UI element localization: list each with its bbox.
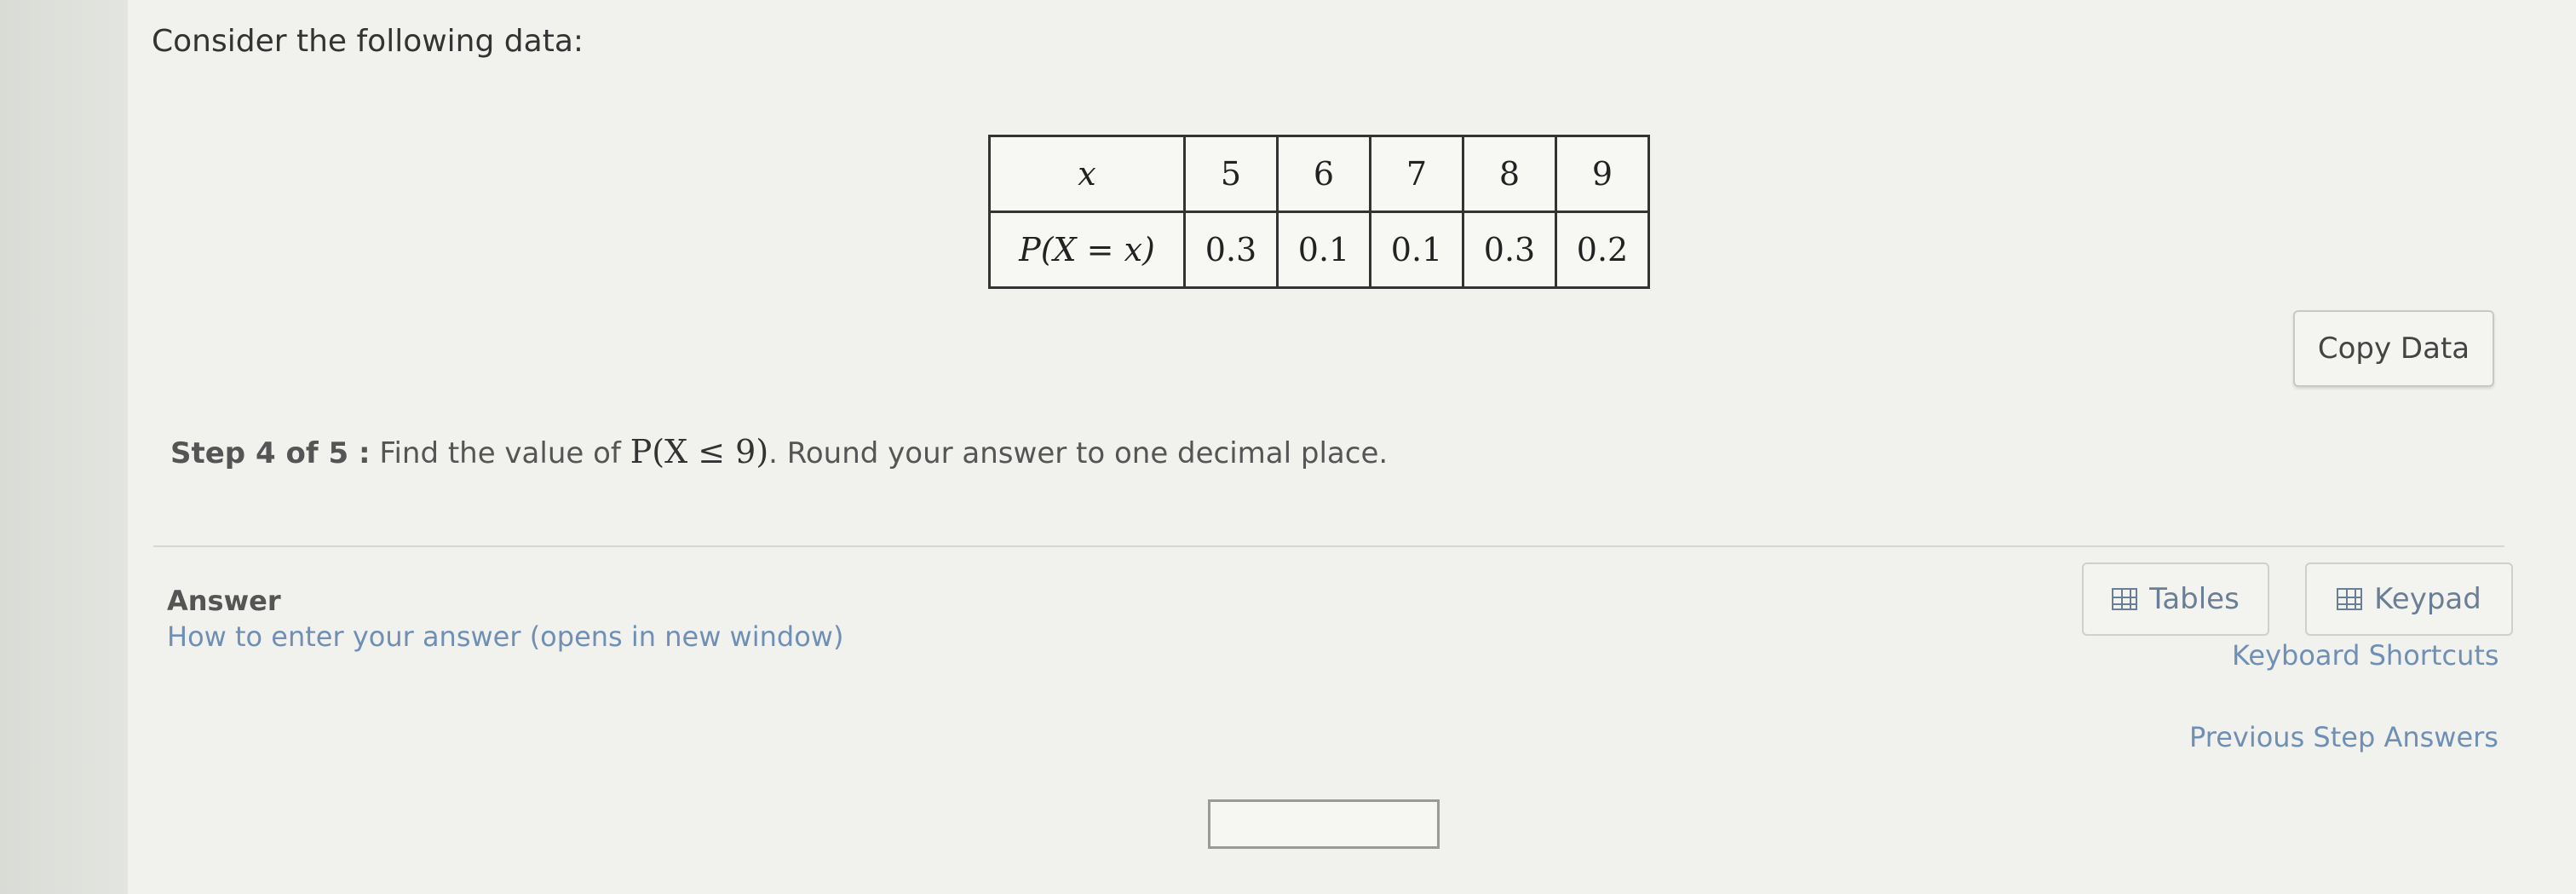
probability-value: 0.3 — [1183, 211, 1279, 289]
x-value: 7 — [1369, 135, 1464, 213]
keypad-label: Keypad — [2374, 582, 2481, 616]
probability-value: 0.1 — [1369, 211, 1464, 289]
keypad-icon — [2337, 588, 2363, 610]
question-prompt: Consider the following data: — [152, 24, 584, 59]
table-icon — [2112, 588, 2138, 610]
x-value: 8 — [1462, 135, 1557, 213]
x-value: 6 — [1276, 135, 1371, 213]
x-value: 5 — [1183, 135, 1279, 213]
previous-step-answers-link[interactable]: Previous Step Answers — [2189, 721, 2498, 753]
table-row: P(X = x) 0.3 0.1 0.1 0.3 0.2 — [988, 211, 1650, 289]
keyboard-shortcuts-link[interactable]: Keyboard Shortcuts — [2232, 639, 2499, 672]
probability-table: x 5 6 7 8 9 P(X = x) 0.3 0.1 0.1 0.3 0.2 — [988, 135, 1650, 289]
tables-button[interactable]: Tables — [2082, 562, 2269, 636]
copy-data-button[interactable]: Copy Data — [2293, 310, 2494, 387]
row-label-probability: P(X = x) — [988, 211, 1186, 289]
probability-value: 0.2 — [1555, 211, 1650, 289]
step-instruction: Step 4 of 5 : Find the value of P(X ≤ 9)… — [170, 433, 1388, 470]
step-label: Step 4 of 5 : — [170, 436, 371, 470]
row-label-x: x — [988, 135, 1186, 213]
step-text-before: Find the value of — [379, 436, 621, 470]
step-expression: P(X ≤ 9) — [630, 433, 769, 470]
table-row: x 5 6 7 8 9 — [988, 135, 1650, 213]
probability-value: 0.3 — [1462, 211, 1557, 289]
left-margin — [0, 0, 128, 894]
keypad-button[interactable]: Keypad — [2305, 562, 2513, 636]
step-text-after: . Round your answer to one decimal place… — [768, 436, 1389, 470]
x-value: 9 — [1555, 135, 1650, 213]
tables-label: Tables — [2149, 582, 2240, 616]
answer-input[interactable] — [1208, 799, 1440, 849]
answer-label: Answer — [167, 585, 281, 617]
probability-value: 0.1 — [1276, 211, 1371, 289]
how-to-enter-answer-link[interactable]: How to enter your answer (opens in new w… — [167, 620, 843, 653]
divider — [153, 545, 2504, 547]
